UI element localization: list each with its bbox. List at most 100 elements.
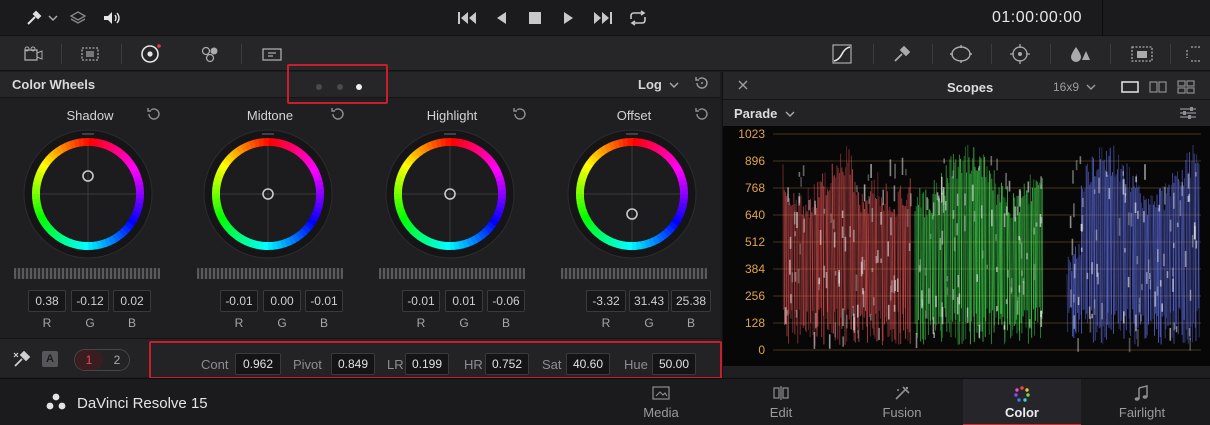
color-wheel[interactable] xyxy=(384,128,516,260)
trace-highlight xyxy=(1079,156,1082,165)
auto-balance-button[interactable]: A xyxy=(42,351,58,367)
stop-icon[interactable] xyxy=(524,0,546,36)
trace-highlight xyxy=(853,229,855,243)
wheel-value-r[interactable]: -0.01 xyxy=(220,290,258,312)
play-reverse-icon[interactable] xyxy=(490,0,512,36)
parade-channel xyxy=(914,144,1043,349)
wheel-value-r[interactable]: -3.32 xyxy=(586,290,626,312)
quad-view-icon[interactable] xyxy=(1177,80,1195,97)
tab-fairlight[interactable]: Fairlight xyxy=(1083,379,1201,425)
color-wheel[interactable] xyxy=(202,128,334,260)
rgb-mixer-icon[interactable] xyxy=(190,36,230,71)
color-wheels-icon[interactable] xyxy=(130,36,170,71)
color-match-icon[interactable] xyxy=(70,36,110,71)
scope-mode-select[interactable]: Parade xyxy=(734,106,795,121)
scope-settings-icon[interactable] xyxy=(1179,106,1197,123)
picker-icon[interactable] xyxy=(12,349,34,372)
play-icon[interactable] xyxy=(558,0,580,36)
trace-highlight xyxy=(1069,215,1072,229)
trace-highlight xyxy=(1035,222,1038,227)
close-icon[interactable] xyxy=(737,78,749,94)
master-wheel-slider[interactable] xyxy=(561,268,707,279)
trace-line xyxy=(1076,258,1078,313)
reset-icon[interactable] xyxy=(694,106,710,125)
wheel-value-g[interactable]: 31.43 xyxy=(629,290,669,312)
reset-icon[interactable] xyxy=(330,106,346,125)
trace-line xyxy=(994,183,997,318)
skip-to-start-icon[interactable] xyxy=(454,0,480,36)
trace-line xyxy=(891,212,894,330)
trace-highlight xyxy=(1073,315,1075,329)
speaker-icon[interactable] xyxy=(100,0,124,36)
skip-to-end-icon[interactable] xyxy=(590,0,616,36)
color-wheel[interactable] xyxy=(566,128,698,260)
key-icon[interactable] xyxy=(1122,36,1162,71)
qualifier-icon[interactable] xyxy=(882,36,922,71)
master-wheel-slider[interactable] xyxy=(379,268,525,279)
loop-icon[interactable] xyxy=(626,0,650,36)
tab-fusion[interactable]: Fusion xyxy=(843,379,961,425)
single-view-icon[interactable] xyxy=(1121,81,1139,96)
wheel-value-b[interactable]: 25.38 xyxy=(671,290,711,312)
wheel-value-g[interactable]: 0.01 xyxy=(445,290,483,312)
blur-icon[interactable] xyxy=(1060,36,1100,71)
trace-highlight xyxy=(941,230,944,245)
parade-scope: 1023 896 768 640 512 384 256 128 0 xyxy=(723,126,1210,366)
trace-highlight xyxy=(863,259,866,270)
master-wheel-slider[interactable] xyxy=(14,268,160,279)
wheel-value-g[interactable]: -0.12 xyxy=(71,290,109,312)
aspect-ratio-select[interactable]: 16x9 xyxy=(1053,80,1096,94)
wheel-value-b[interactable]: -0.01 xyxy=(305,290,343,312)
sat-value[interactable]: 40.60 xyxy=(566,353,610,375)
chevron-down-icon[interactable] xyxy=(46,0,60,36)
trace-highlight xyxy=(946,287,949,296)
page-dot-active[interactable] xyxy=(356,84,362,90)
hr-value[interactable]: 0.752 xyxy=(485,353,529,375)
reset-icon[interactable] xyxy=(146,106,162,125)
trace-highlight xyxy=(1138,303,1141,313)
tracker-icon[interactable] xyxy=(1000,36,1040,71)
bank-1-button[interactable]: 1 xyxy=(75,350,103,370)
tab-edit[interactable]: Edit xyxy=(722,379,840,425)
bank-2-button[interactable]: 2 xyxy=(103,350,131,370)
curves-icon[interactable] xyxy=(822,36,862,71)
trace-line xyxy=(972,158,974,317)
layers-icon[interactable] xyxy=(66,0,90,36)
color-wheel[interactable] xyxy=(22,128,154,260)
trace-highlight xyxy=(1080,247,1083,252)
mode-select[interactable]: Log xyxy=(638,77,679,92)
window-icon[interactable] xyxy=(941,36,981,71)
wheel-value-g[interactable]: 0.00 xyxy=(263,290,301,312)
trace-highlight xyxy=(1124,248,1126,253)
sizing-icon[interactable] xyxy=(1174,36,1210,71)
trace-highlight xyxy=(798,196,800,206)
lr-value[interactable]: 0.199 xyxy=(405,353,449,375)
trace-highlight xyxy=(941,302,943,318)
tab-media[interactable]: Media xyxy=(602,379,720,425)
trace-line xyxy=(1164,183,1167,330)
reset-icon[interactable] xyxy=(512,106,528,125)
pivot-value[interactable]: 0.849 xyxy=(331,353,375,375)
pen-tool-icon[interactable] xyxy=(22,0,46,36)
dual-view-icon[interactable] xyxy=(1149,81,1167,96)
fusion-icon xyxy=(895,386,910,400)
channel-label: R xyxy=(601,316,611,330)
page-dot[interactable] xyxy=(337,84,343,90)
trace-highlight xyxy=(1191,234,1194,248)
reset-all-icon[interactable] xyxy=(694,75,710,94)
trace-line xyxy=(1163,209,1166,339)
cont-value[interactable]: 0.962 xyxy=(235,353,281,375)
hue-value[interactable]: 50.00 xyxy=(652,353,696,375)
wheel-value-b[interactable]: 0.02 xyxy=(113,290,151,312)
page-dot[interactable] xyxy=(316,84,322,90)
master-wheel-slider[interactable] xyxy=(197,268,343,279)
trace-highlight xyxy=(1022,281,1025,295)
trace-highlight xyxy=(838,270,840,287)
trace-highlight xyxy=(1169,327,1172,341)
tab-color[interactable]: Color xyxy=(963,379,1081,425)
camera-raw-icon[interactable] xyxy=(12,36,52,71)
wheel-value-r[interactable]: -0.01 xyxy=(402,290,440,312)
motion-effects-icon[interactable] xyxy=(252,36,292,71)
wheel-value-r[interactable]: 0.38 xyxy=(28,290,66,312)
wheel-value-b[interactable]: -0.06 xyxy=(487,290,525,312)
